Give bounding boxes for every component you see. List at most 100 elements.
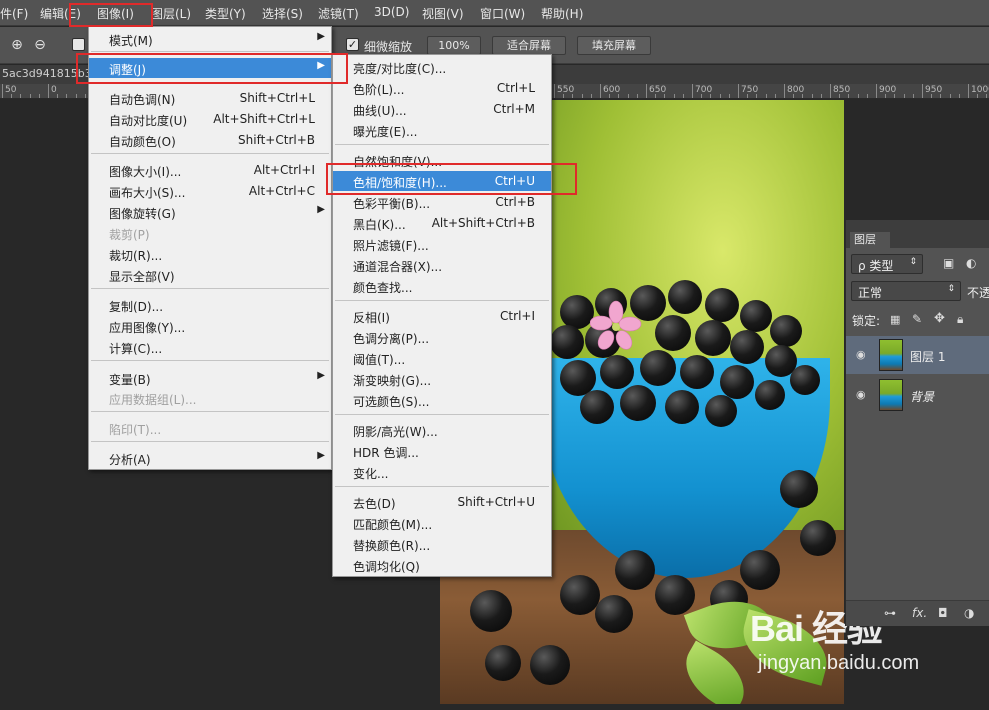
layer-row-1[interactable]: ◉ 图层 1 xyxy=(846,336,989,374)
blend-mode-select[interactable]: 正常 ⇕ xyxy=(851,281,961,301)
ruler-minor-tick xyxy=(701,94,703,98)
image-filter-icon[interactable]: ▣ xyxy=(943,256,954,270)
ruler-minor-tick xyxy=(581,94,583,98)
menu-item-color-balance[interactable]: 色彩平衡(B)... Ctrl+B xyxy=(333,192,551,212)
menu-item-trim[interactable]: 裁切(R)... xyxy=(89,244,331,264)
ruler-minor-tick xyxy=(866,94,868,98)
menu-item-invert[interactable]: 反相(I) Ctrl+I xyxy=(333,306,551,326)
blackberry xyxy=(740,300,772,332)
add-mask-icon[interactable]: ◘ xyxy=(938,606,948,620)
ruler-minor-tick xyxy=(811,94,813,98)
menu-item-auto-color[interactable]: 自动颜色(O) Shift+Ctrl+B xyxy=(89,130,331,150)
zoom-out-icon[interactable]: ⊖ xyxy=(31,36,49,54)
menu-item-threshold[interactable]: 阈值(T)... xyxy=(333,348,551,368)
menu-item-levels[interactable]: 色阶(L)... Ctrl+L xyxy=(333,78,551,98)
ruler-minor-tick xyxy=(618,94,620,98)
menu-item-replace-color[interactable]: 替换颜色(R)... xyxy=(333,534,551,554)
menu-item-selective-color[interactable]: 可选颜色(S)... xyxy=(333,390,551,410)
menu-item-desaturate[interactable]: 去色(D) Shift+Ctrl+U xyxy=(333,492,551,512)
layer-filter-select[interactable]: ρ 类型 ⇕ xyxy=(851,254,923,274)
menu-item-shadows-highlights[interactable]: 阴影/高光(W)... xyxy=(333,420,551,440)
ruler-minor-tick xyxy=(747,94,749,98)
menu-item-image-rotation[interactable]: 图像旋转(G) ▶ xyxy=(89,202,331,222)
menu-item-brightness-contrast[interactable]: 亮度/对比度(C)... xyxy=(333,57,551,77)
blackberry xyxy=(595,595,633,633)
menu-item-match-color[interactable]: 匹配颜色(M)... xyxy=(333,513,551,533)
menu-item-hdr-toning[interactable]: HDR 色调... xyxy=(333,441,551,461)
menu-item-color-lookup[interactable]: 颜色查找... xyxy=(333,276,551,296)
layers-tab[interactable]: 图层 xyxy=(850,232,890,248)
menu-item-analysis[interactable]: 分析(A) ▶ xyxy=(89,448,331,468)
menu-item-image-size[interactable]: 图像大小(I)... Alt+Ctrl+I xyxy=(89,160,331,180)
fit-screen-button[interactable]: 适合屏幕 xyxy=(492,36,566,55)
ruler-minor-tick xyxy=(793,94,795,98)
blackberry xyxy=(620,385,656,421)
menu-item-posterize[interactable]: 色调分离(P)... xyxy=(333,327,551,347)
menu-item-variations[interactable]: 变化... xyxy=(333,462,551,482)
ruler-minor-tick xyxy=(765,94,767,98)
menu-item-exposure[interactable]: 曝光度(E)... xyxy=(333,120,551,140)
menu-view[interactable]: 视图(V) xyxy=(422,5,464,22)
blackberry xyxy=(580,390,614,424)
ruler-minor-tick xyxy=(885,94,887,98)
menu-layer[interactable]: 图层(L) xyxy=(151,5,191,22)
menu-item-black-white[interactable]: 黑白(K)... Alt+Shift+Ctrl+B xyxy=(333,213,551,233)
menu-help[interactable]: 帮助(H) xyxy=(541,5,583,22)
zoom-100-button[interactable]: 100% xyxy=(427,36,481,55)
adjustment-filter-icon[interactable]: ◐ xyxy=(966,256,976,270)
ruler-minor-tick xyxy=(609,94,611,98)
menu-item-variables[interactable]: 变量(B) ▶ xyxy=(89,368,331,388)
fill-screen-button[interactable]: 填充屏幕 xyxy=(577,36,651,55)
link-layers-icon[interactable]: ⊶ xyxy=(884,606,896,620)
menu-type[interactable]: 类型(Y) xyxy=(205,5,246,22)
eye-icon[interactable]: ◉ xyxy=(856,348,866,361)
menu-window[interactable]: 窗口(W) xyxy=(480,5,525,22)
menu-file[interactable]: 件(F) xyxy=(0,5,28,22)
menu-item-mode[interactable]: 模式(M) ▶ xyxy=(89,29,331,49)
menu-item-auto-tone[interactable]: 自动色调(N) Shift+Ctrl+L xyxy=(89,88,331,108)
blackberry xyxy=(740,550,780,590)
ruler-tick xyxy=(692,84,693,98)
lock-icon[interactable]: 🔒︎ xyxy=(957,312,963,327)
move-icon[interactable]: ✥ xyxy=(934,311,945,326)
ruler-minor-tick xyxy=(590,94,592,98)
new-adjustment-icon[interactable]: ◑ xyxy=(964,606,974,620)
blackberry xyxy=(560,575,600,615)
menu-item-calculations[interactable]: 计算(C)... xyxy=(89,337,331,357)
menu-item-equalize[interactable]: 色调均化(Q) xyxy=(333,555,551,575)
menu-item-curves[interactable]: 曲线(U)... Ctrl+M xyxy=(333,99,551,119)
menu-3d[interactable]: 3D(D) xyxy=(374,5,409,19)
layer-row-background[interactable]: ◉ 背景 xyxy=(846,376,989,414)
menu-item-photo-filter[interactable]: 照片滤镜(F)... xyxy=(333,234,551,254)
ruler-minor-tick xyxy=(912,94,914,98)
menu-item-channel-mixer[interactable]: 通道混合器(X)... xyxy=(333,255,551,275)
scrubby-zoom-checkbox[interactable]: ✓ xyxy=(346,38,359,51)
ruler-minor-tick xyxy=(84,94,86,98)
brush-icon[interactable]: ✎ xyxy=(912,312,922,326)
ruler-label: 0 xyxy=(51,85,57,95)
menu-select[interactable]: 选择(S) xyxy=(262,5,303,22)
fx-icon[interactable]: fx. xyxy=(912,606,927,620)
ruler-minor-tick xyxy=(940,94,942,98)
layers-panel-footer: ⊶ fx. ◘ ◑ xyxy=(846,600,989,626)
resize-windows-checkbox[interactable] xyxy=(72,38,85,51)
menu-item-duplicate[interactable]: 复制(D)... xyxy=(89,295,331,315)
menu-item-auto-contrast[interactable]: 自动对比度(U) Alt+Shift+Ctrl+L xyxy=(89,109,331,129)
ruler-minor-tick xyxy=(719,94,721,98)
ruler-minor-tick xyxy=(857,94,859,98)
menu-item-reveal-all[interactable]: 显示全部(V) xyxy=(89,265,331,285)
menu-filter[interactable]: 滤镜(T) xyxy=(318,5,359,22)
blackberry xyxy=(550,325,584,359)
zoom-in-icon[interactable]: ⊕ xyxy=(8,36,26,54)
blackberry xyxy=(695,320,731,356)
blackberry xyxy=(770,315,802,347)
ruler-minor-tick xyxy=(664,94,666,98)
menu-item-canvas-size[interactable]: 画布大小(S)... Alt+Ctrl+C xyxy=(89,181,331,201)
menu-item-apply-image[interactable]: 应用图像(Y)... xyxy=(89,316,331,336)
menu-item-trap: 陷印(T)... xyxy=(109,423,162,437)
blackberry xyxy=(730,330,764,364)
blackberry xyxy=(755,380,785,410)
lock-pixels-icon[interactable]: ▦ xyxy=(890,313,900,326)
menu-item-gradient-map[interactable]: 渐变映射(G)... xyxy=(333,369,551,389)
eye-icon[interactable]: ◉ xyxy=(856,388,866,401)
